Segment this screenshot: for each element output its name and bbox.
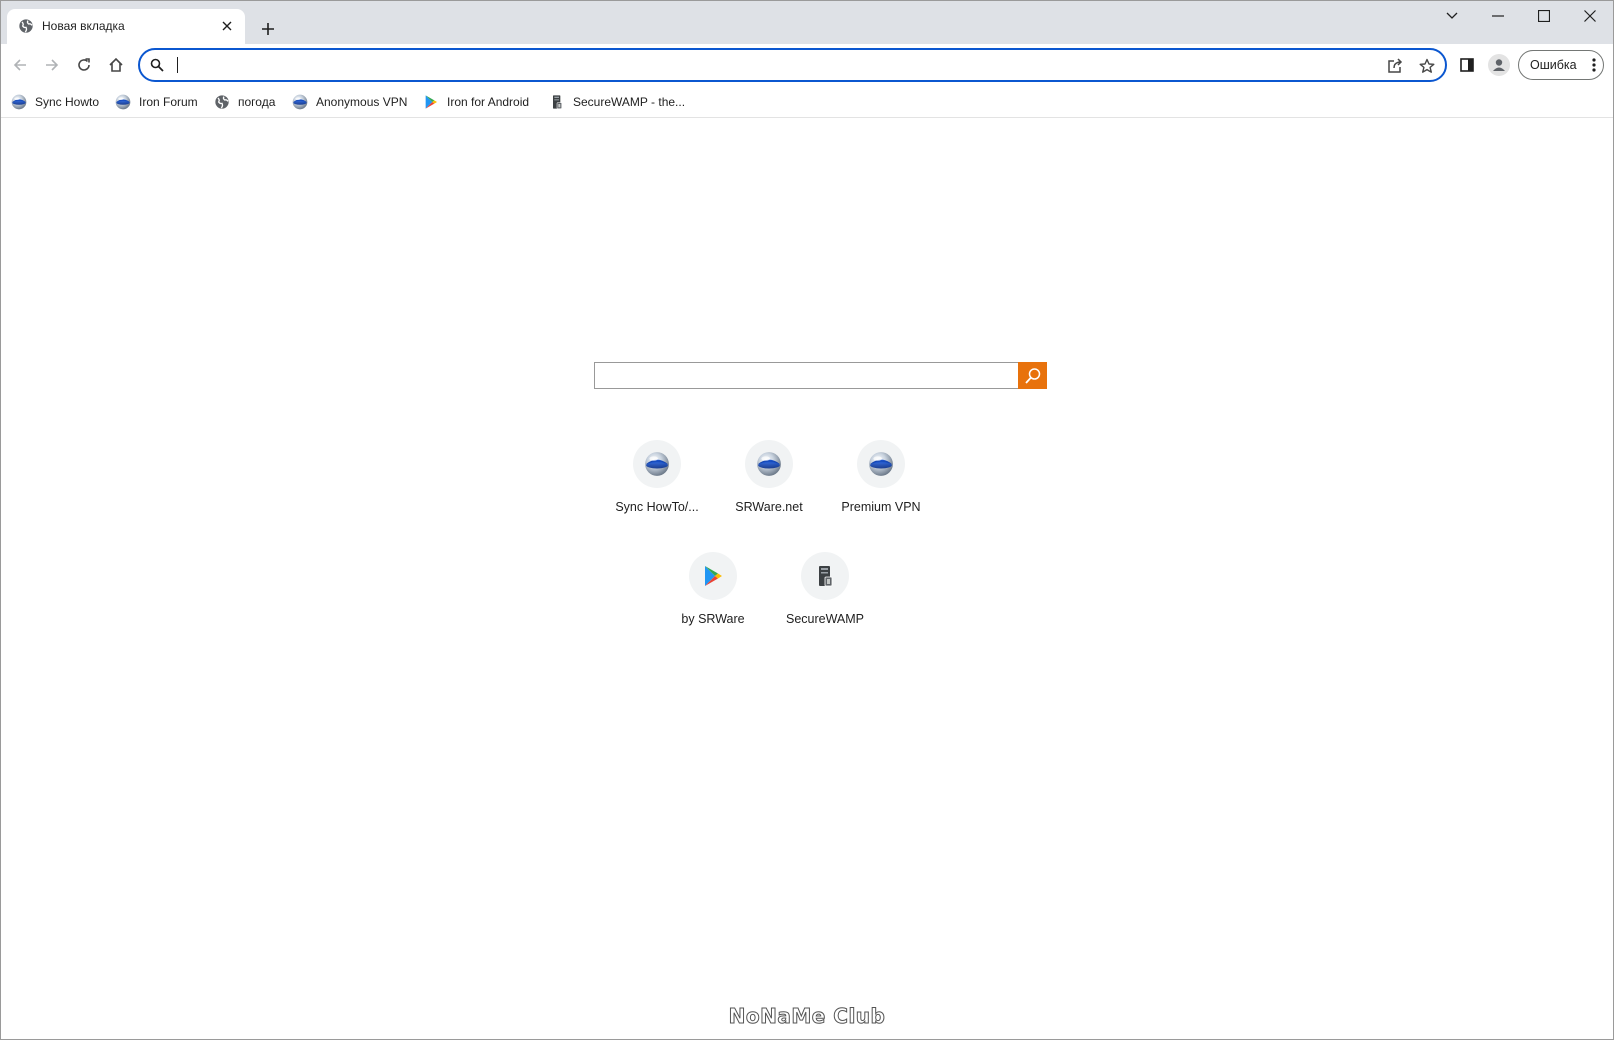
shortcut-icon-circle (801, 552, 849, 600)
play-store-icon (423, 94, 439, 110)
iron-orb-icon (644, 451, 670, 477)
tab-strip: Новая вкладка (1, 1, 1613, 44)
menu-icon[interactable] (1592, 57, 1596, 76)
bookmark-anonymous-vpn[interactable]: Anonymous VPN (292, 90, 407, 114)
iron-orb-icon (756, 451, 782, 477)
back-icon[interactable] (5, 50, 35, 80)
browser-window: Новая вкладка Ошибка Sync Howto Iron For… (0, 0, 1614, 1040)
shortcut-label: Premium VPN (841, 500, 921, 514)
bookmark-label: погода (238, 95, 276, 109)
search-input[interactable] (594, 362, 1019, 389)
omnibox-input[interactable] (176, 54, 1356, 76)
text-caret (177, 57, 178, 73)
play-store-icon (701, 564, 725, 588)
share-icon[interactable] (1384, 55, 1406, 77)
bookmark-label: Sync Howto (35, 95, 100, 109)
profile-icon[interactable] (1486, 52, 1512, 78)
server-icon (813, 564, 837, 588)
bookmark-label: Anonymous VPN (316, 95, 408, 109)
bookmark-iron-forum[interactable]: Iron Forum (115, 90, 198, 114)
maximize-icon[interactable] (1521, 1, 1567, 31)
iron-orb-icon (292, 94, 308, 110)
search-icon (150, 58, 164, 72)
search-button[interactable] (1018, 362, 1047, 389)
search-icon (1024, 367, 1040, 384)
shortcut-icon-circle (745, 440, 793, 488)
close-window-icon[interactable] (1567, 1, 1613, 31)
side-panel-icon[interactable] (1454, 52, 1480, 78)
tab-title: Новая вкладка (42, 19, 125, 33)
globe-icon (214, 94, 230, 110)
bookmark-sync-howto[interactable]: Sync Howto (11, 90, 99, 114)
iron-orb-icon (868, 451, 894, 477)
bookmark-label: SecureWAMP - the... (573, 95, 686, 109)
new-tab-button[interactable] (255, 16, 281, 42)
bookmark-label: Iron for Android (447, 95, 530, 109)
star-icon[interactable] (1416, 55, 1438, 77)
globe-icon (18, 18, 34, 34)
forward-icon[interactable] (37, 50, 67, 80)
bookmark-securewamp[interactable]: SecureWAMP - the... (549, 90, 685, 114)
shortcut-premium-vpn[interactable]: Premium VPN (825, 436, 937, 540)
iron-orb-icon (11, 94, 27, 110)
watermark: NoNaMe Club (728, 1004, 886, 1029)
shortcut-securewamp[interactable]: SecureWAMP (769, 548, 881, 652)
close-tab-icon[interactable] (217, 16, 237, 36)
shortcut-label: Sync HowTo/... (615, 500, 699, 514)
bookmark-label: Iron Forum (139, 95, 198, 109)
minimize-icon[interactable] (1475, 1, 1521, 31)
shortcut-icon-circle (857, 440, 905, 488)
iron-orb-icon (115, 94, 131, 110)
error-button-label: Ошибка (1530, 58, 1577, 72)
omnibox[interactable] (138, 48, 1447, 82)
shortcut-by-srware[interactable]: by SRWare (657, 548, 769, 652)
shortcut-icon-circle (633, 440, 681, 488)
error-button[interactable]: Ошибка (1518, 50, 1604, 80)
toolbar: Ошибка (1, 44, 1613, 86)
shortcut-srware-net[interactable]: SRWare.net (713, 436, 825, 540)
bookmark-pogoda[interactable]: погода (214, 90, 275, 114)
shortcut-label: by SRWare (681, 612, 745, 626)
home-icon[interactable] (101, 50, 131, 80)
shortcut-icon-circle (689, 552, 737, 600)
shortcut-sync-howto[interactable]: Sync HowTo/... (601, 436, 713, 540)
bookmark-iron-for-android[interactable]: Iron for Android (423, 90, 529, 114)
shortcut-label: SecureWAMP (785, 612, 865, 626)
reload-icon[interactable] (69, 50, 99, 80)
tab-search-icon[interactable] (1429, 1, 1475, 31)
shortcut-label: SRWare.net (735, 500, 803, 514)
tab-new-tab[interactable]: Новая вкладка (7, 9, 245, 44)
bookmarks-bar: Sync Howto Iron Forum погода Anonymous V… (1, 86, 1613, 118)
server-icon (549, 94, 565, 110)
new-tab-page: Sync HowTo/... SRWare.net Premium VPN by… (1, 119, 1613, 1039)
